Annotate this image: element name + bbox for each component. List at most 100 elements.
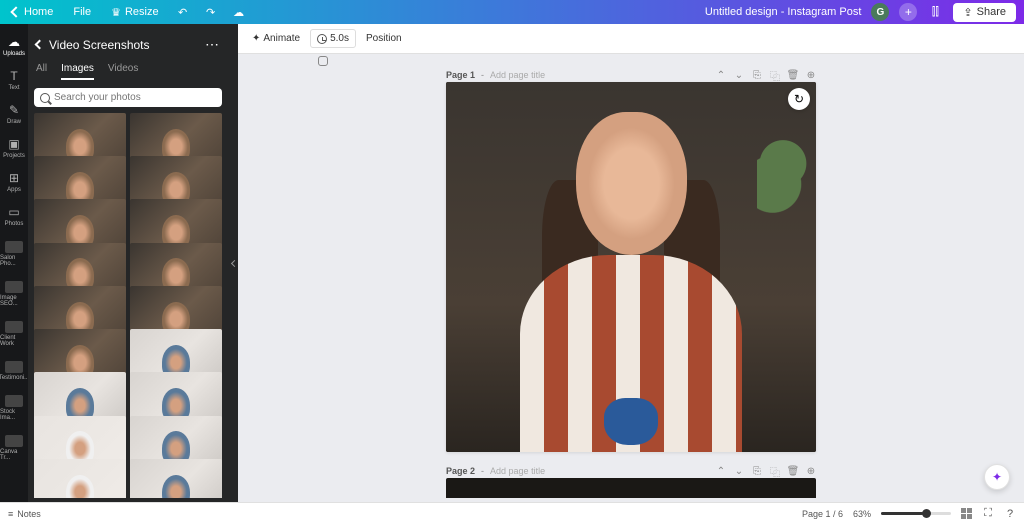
- header-left: Home File ♛ Resize ↶ ↷ ☁: [8, 4, 705, 21]
- duration-label: 5.0s: [330, 33, 349, 44]
- folder-thumb-icon: [5, 281, 23, 293]
- rail-client-label: Client Work: [0, 335, 28, 347]
- add-page-icon[interactable]: ⊕: [806, 70, 816, 80]
- share-label: Share: [977, 6, 1006, 18]
- undo-button[interactable]: ↶: [175, 4, 191, 20]
- rail-projects-label: Projects: [3, 153, 25, 159]
- lock-icon[interactable]: ⎘: [752, 466, 762, 476]
- photo-thumb[interactable]: [130, 459, 222, 498]
- add-collaborator-button[interactable]: +: [899, 3, 917, 21]
- panel-collapse-handle[interactable]: [228, 24, 238, 502]
- rail-projects[interactable]: ▣ Projects: [0, 132, 28, 164]
- panel-title: Video Screenshots: [49, 38, 199, 52]
- position-button[interactable]: Position: [360, 30, 408, 47]
- cursor-indicator: [318, 56, 328, 66]
- page-1-header: Page 1 - Add page title ⌃ ⌄ ⎘ ⿻ 🗑 ⊕: [446, 68, 816, 82]
- bottom-right: Page 1 / 6 63% ⛶ ?: [802, 508, 1016, 520]
- tab-all[interactable]: All: [36, 63, 47, 80]
- help-icon[interactable]: ?: [1004, 508, 1016, 520]
- thumb-grid: [34, 113, 222, 498]
- insights-icon[interactable]: ⫿⫿: [927, 4, 943, 20]
- notes-icon: ≡: [8, 509, 13, 519]
- duplicate-icon[interactable]: ⿻: [770, 466, 780, 476]
- canvas-area: ✦ Animate 5.0s Position Page 1 - Add pag…: [238, 24, 1024, 502]
- rail-uploads-label: Uploads: [3, 51, 25, 57]
- photo-face: [576, 112, 687, 255]
- ai-assistant-button[interactable]: ✦: [984, 464, 1010, 490]
- rail-uploads[interactable]: ☁ Uploads: [0, 30, 28, 62]
- slider-fill: [881, 512, 923, 515]
- folder-thumb-icon: [5, 361, 23, 373]
- canvas-scroll[interactable]: Page 1 - Add page title ⌃ ⌄ ⎘ ⿻ 🗑 ⊕: [238, 54, 1024, 502]
- page-2-label: Page 2: [446, 466, 475, 476]
- move-up-icon[interactable]: ⌃: [716, 466, 726, 476]
- add-page-icon[interactable]: ⊕: [806, 466, 816, 476]
- tab-images[interactable]: Images: [61, 63, 94, 80]
- lock-icon[interactable]: ⎘: [752, 70, 762, 80]
- rail-seo-label: Image SEO...: [0, 295, 28, 307]
- resize-label: Resize: [125, 6, 159, 18]
- zoom-slider[interactable]: [881, 512, 951, 515]
- more-options-icon[interactable]: ⋯: [205, 36, 220, 53]
- left-rail: ☁ Uploads T Text ✎ Draw ▣ Projects ⊞ App…: [0, 24, 28, 502]
- search-box[interactable]: [34, 88, 222, 107]
- search-input[interactable]: [54, 92, 216, 103]
- photo-thumb[interactable]: [34, 459, 126, 498]
- rail-folder-salon[interactable]: Salon Pho...: [0, 234, 28, 272]
- folder-thumb-icon: [5, 395, 23, 407]
- chevron-left-icon: [10, 6, 21, 17]
- cloud-save-icon[interactable]: ☁: [231, 4, 247, 20]
- move-down-icon[interactable]: ⌄: [734, 70, 744, 80]
- uploads-icon: ☁: [7, 35, 21, 49]
- projects-icon: ▣: [7, 137, 21, 151]
- canvas-toolbar: ✦ Animate 5.0s Position: [238, 24, 1024, 54]
- folder-thumb-icon: [5, 435, 23, 447]
- delete-icon[interactable]: 🗑: [788, 70, 798, 80]
- back-icon[interactable]: [35, 40, 45, 50]
- crown-icon: ♛: [111, 6, 121, 19]
- rail-salon-label: Salon Pho...: [0, 255, 28, 267]
- rail-apps[interactable]: ⊞ Apps: [0, 166, 28, 198]
- resize-button[interactable]: ♛ Resize: [107, 4, 163, 21]
- draw-icon: ✎: [7, 103, 21, 117]
- notes-button[interactable]: ≡ Notes: [8, 509, 41, 519]
- delete-icon[interactable]: 🗑: [788, 466, 798, 476]
- rail-folder-canva-tr[interactable]: Canva Tr...: [0, 428, 28, 466]
- rail-photos[interactable]: ▭ Photos: [0, 200, 28, 232]
- tab-videos[interactable]: Videos: [108, 63, 138, 80]
- duplicate-icon[interactable]: ⿻: [770, 70, 780, 80]
- fullscreen-icon[interactable]: ⛶: [982, 508, 994, 520]
- rail-draw[interactable]: ✎ Draw: [0, 98, 28, 130]
- app-header: Home File ♛ Resize ↶ ↷ ☁ Untitled design…: [0, 0, 1024, 24]
- duration-button[interactable]: 5.0s: [310, 29, 356, 48]
- page-1-wrapper: Page 1 - Add page title ⌃ ⌄ ⎘ ⿻ 🗑 ⊕: [446, 68, 816, 452]
- redo-button[interactable]: ↷: [203, 4, 219, 20]
- folder-thumb-icon: [5, 321, 23, 333]
- page-1-title-input[interactable]: Add page title: [490, 70, 545, 80]
- user-avatar[interactable]: G: [871, 3, 889, 21]
- rail-folder-stock[interactable]: Stock Ima...: [0, 388, 28, 426]
- page-2-canvas[interactable]: [446, 478, 816, 498]
- rail-folder-seo[interactable]: Image SEO...: [0, 274, 28, 312]
- grid-view-icon[interactable]: [961, 508, 972, 519]
- page-1-canvas[interactable]: ↻: [446, 82, 816, 452]
- regenerate-button[interactable]: ↻: [788, 88, 810, 110]
- move-up-icon[interactable]: ⌃: [716, 70, 726, 80]
- page-2-title-input[interactable]: Add page title: [490, 466, 545, 476]
- file-label: File: [73, 6, 91, 18]
- rail-folder-client[interactable]: Client Work: [0, 314, 28, 352]
- rail-folder-testimonials[interactable]: Testimoni...: [0, 354, 28, 386]
- rail-canva-tr-label: Canva Tr...: [0, 449, 28, 461]
- home-button[interactable]: Home: [8, 4, 57, 20]
- slider-handle[interactable]: [922, 509, 931, 518]
- side-panel: Video Screenshots ⋯ All Images Videos: [28, 24, 228, 502]
- file-menu[interactable]: File: [69, 4, 95, 20]
- photo-mug: [604, 398, 657, 446]
- share-button[interactable]: ⇪ Share: [953, 3, 1016, 22]
- design-title[interactable]: Untitled design - Instagram Post: [705, 6, 862, 18]
- rail-text[interactable]: T Text: [0, 64, 28, 96]
- move-down-icon[interactable]: ⌄: [734, 466, 744, 476]
- animate-button[interactable]: ✦ Animate: [246, 30, 306, 47]
- page-counter[interactable]: Page 1 / 6: [802, 509, 843, 519]
- page-sep: -: [481, 70, 484, 80]
